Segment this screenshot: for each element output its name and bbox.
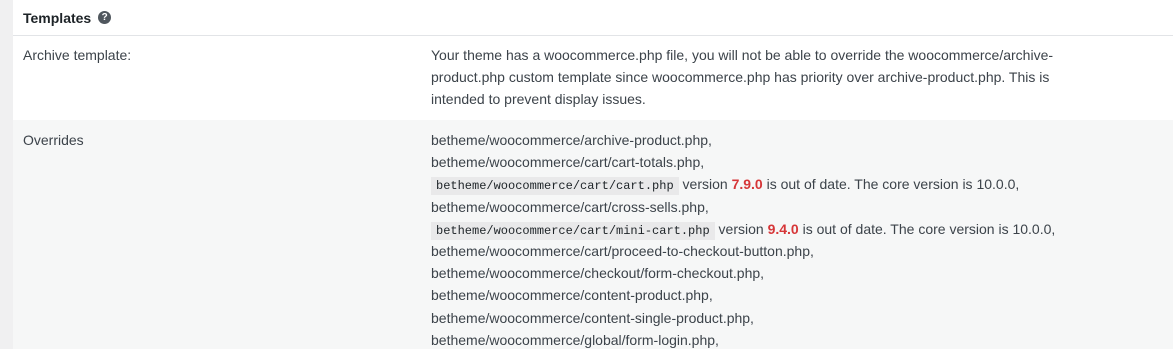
archive-template-row: Archive template: Your theme has a wooco… [13, 36, 1173, 120]
version-prefix: version [682, 176, 728, 193]
override-item: betheme/woocommerce/cart/cart-totals.php… [431, 154, 705, 171]
archive-template-label: Archive template: [23, 47, 132, 63]
override-item: betheme/woocommerce/content-single-produ… [431, 309, 754, 326]
outdated-version: 9.4.0 [767, 220, 799, 237]
outdated-message: is out of date. The core version is 10.0… [766, 176, 1020, 193]
override-path-code: betheme/woocommerce/cart/mini-cart.php [431, 221, 715, 240]
override-item: betheme/woocommerce/cart/cross-sells.php… [431, 198, 709, 215]
override-path-code: betheme/woocommerce/cart/cart.php [431, 177, 679, 196]
version-prefix: version [718, 220, 764, 237]
templates-section-header: Templates ? [13, 0, 1173, 36]
override-item-outdated: betheme/woocommerce/cart/cart.php versio… [431, 173, 1173, 196]
section-title: Templates [23, 9, 92, 26]
overrides-label: Overrides [23, 132, 84, 148]
templates-panel: Templates ? Archive template: Your theme… [0, 0, 1173, 349]
overrides-row: Overrides betheme/woocommerce/archive-pr… [13, 120, 1173, 349]
override-item: betheme/woocommerce/archive-product.php, [431, 132, 712, 148]
override-item-outdated: betheme/woocommerce/cart/mini-cart.php v… [431, 218, 1173, 240]
archive-message-line: product.php custom template since woocom… [431, 69, 1050, 86]
archive-message-line: Your theme has a woocommerce.php file, y… [431, 47, 1054, 63]
override-item: betheme/woocommerce/content-product.php, [431, 287, 713, 304]
override-item: betheme/woocommerce/cart/proceed-to-chec… [431, 242, 814, 259]
outdated-message: is out of date. The core version is 10.0… [802, 220, 1056, 237]
outdated-version: 7.9.0 [731, 176, 763, 193]
question-icon[interactable]: ? [98, 11, 112, 24]
override-item: betheme/woocommerce/checkout/form-checko… [431, 265, 765, 282]
archive-message-line: intended to prevent display issues. [431, 91, 646, 108]
override-item: betheme/woocommerce/global/form-login.ph… [431, 331, 719, 348]
